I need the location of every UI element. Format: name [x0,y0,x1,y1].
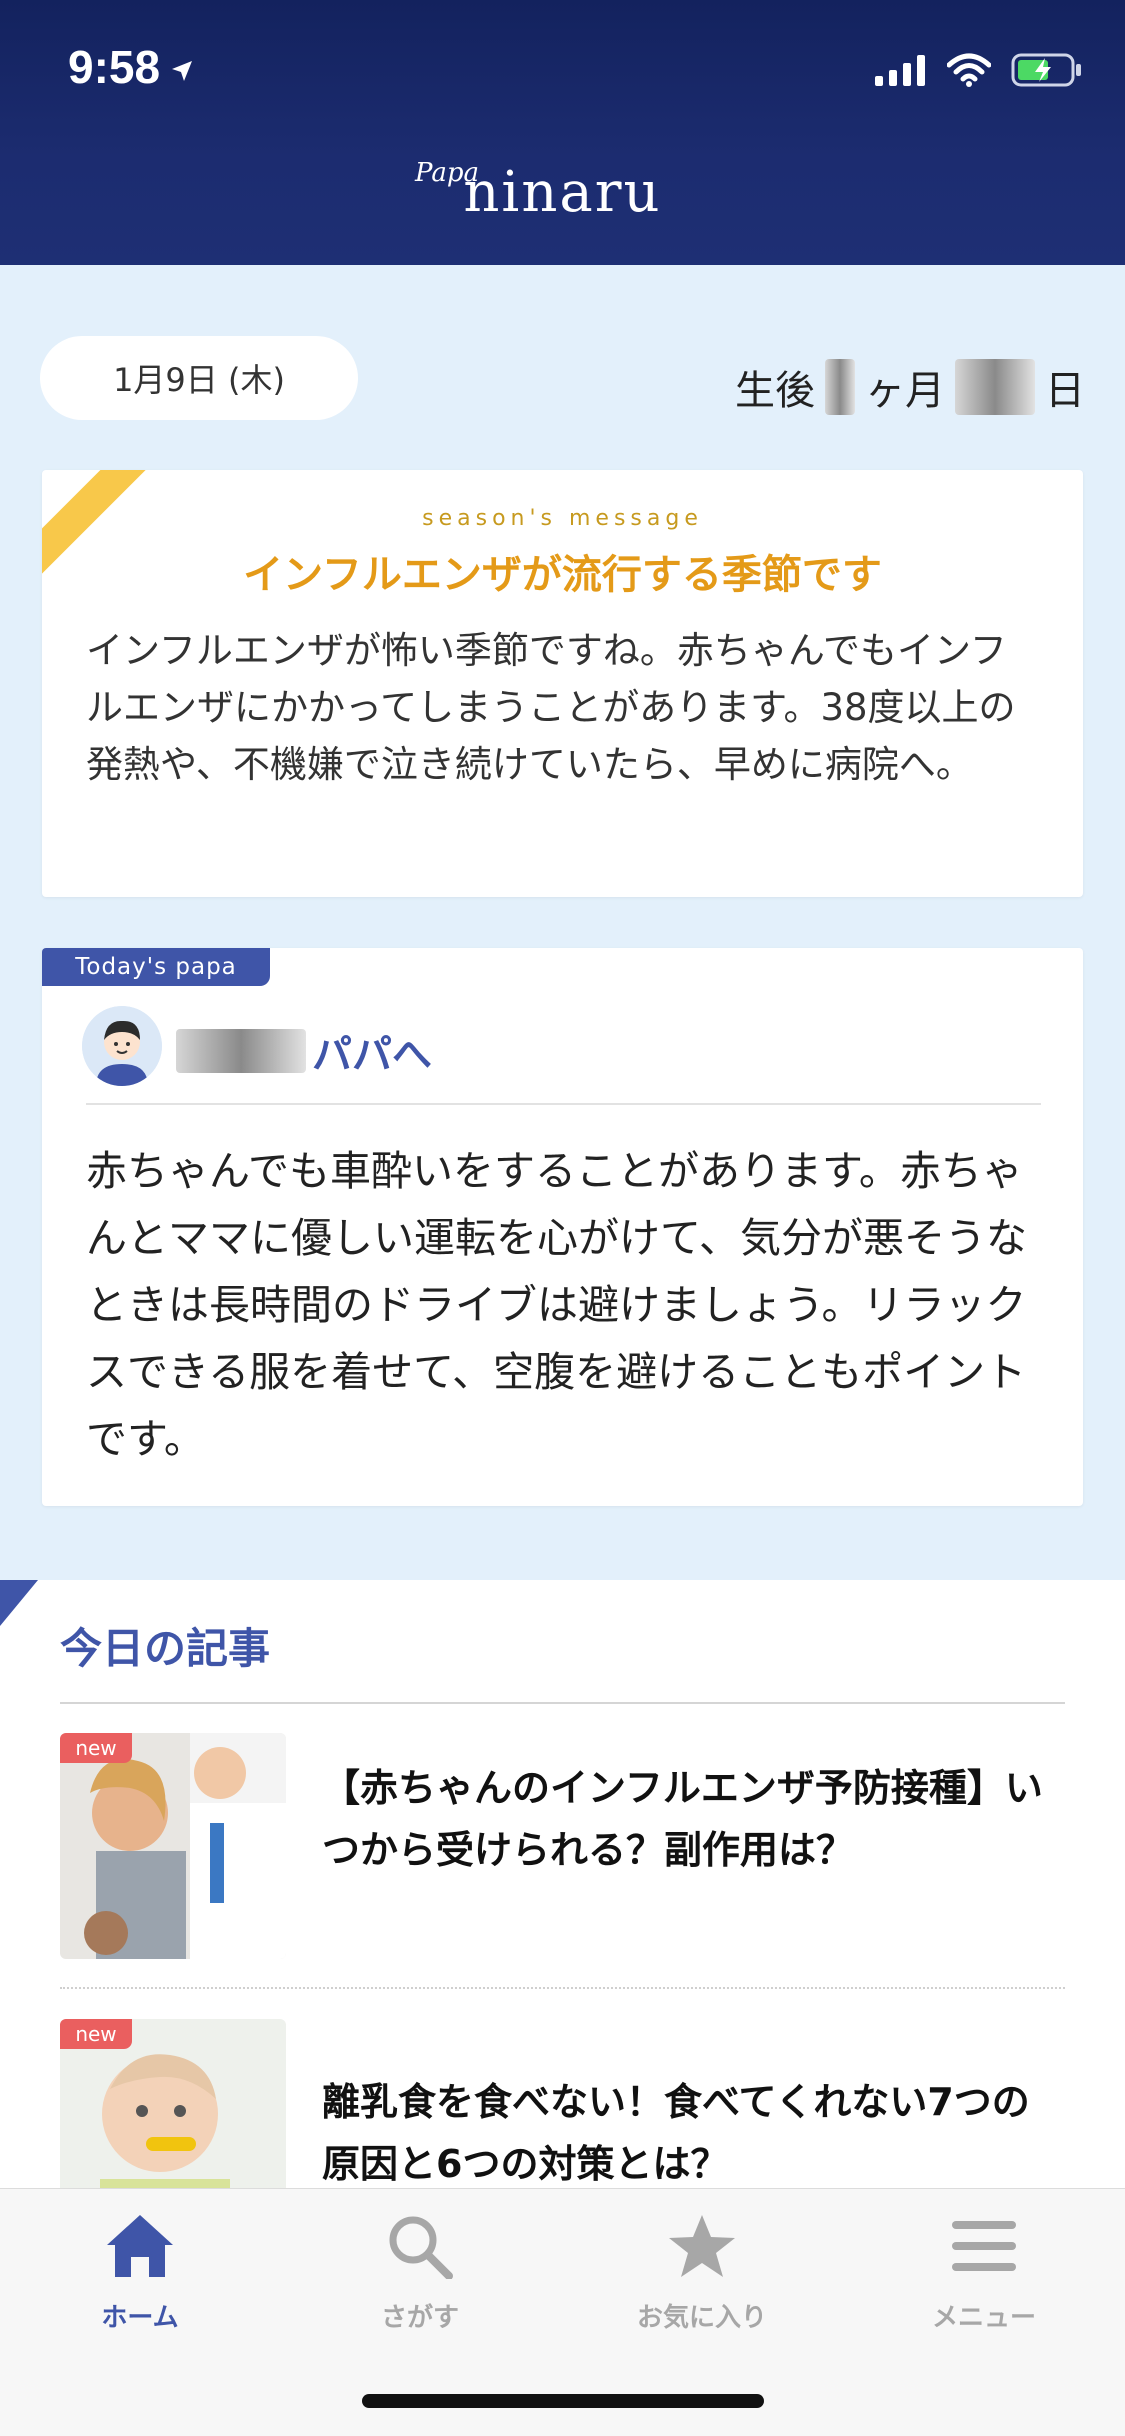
article-title: 離乳食を食べない！食べてくれない7つの原因と6つの対策とは？ [322,2080,1030,2186]
articles-corner-accent [0,1580,38,1626]
home-icon [105,2213,175,2283]
home-indicator[interactable] [362,2394,764,2408]
tab-favorites-label: お気に入り [636,2303,767,2333]
age-month-suffix: ヶ月 [865,368,945,414]
age-day-suffix: 日 [1045,368,1085,414]
app-logo: ninaru [463,160,662,225]
status-icons [875,52,1083,92]
season-title: インフルエンザが流行する季節です [243,552,882,598]
status-time-label: 9:58 [68,41,161,93]
app-header: 9:58 Papa ninaru [0,0,1125,265]
articles-heading: 今日の記事 [60,1624,271,1673]
new-badge: new [60,1733,132,1763]
papa-avatar-icon [82,1006,162,1086]
age-prefix: 生後 [735,368,815,414]
article-item[interactable]: new 【赤ちゃんのインフルエンザ予防接種】いつから受けられる？副作用は？ [60,1733,1065,1959]
date-pill: 1月9日 (木) [40,336,358,420]
todays-papa-tag: Today's papa [42,948,270,986]
location-arrow-icon [170,40,194,94]
search-icon [385,2213,455,2283]
tab-menu-label: メニュー [931,2303,1036,2333]
papa-name: パパへ [176,1022,432,1080]
tab-home-label: ホーム [101,2303,179,2333]
tab-favorites[interactable]: お気に入り [602,2213,802,2333]
article-separator [60,1987,1065,1989]
articles-divider [60,1702,1065,1704]
battery-icon [1011,52,1083,92]
menu-icon [949,2213,1019,2283]
papa-body: 赤ちゃんでも車酔いをすることがあります。赤ちゃんとママに優しい運転を心がけて、気… [86,1147,1027,1463]
age-days-redacted [955,359,1035,415]
season-message-card[interactable]: season's message インフルエンザが流行する季節です インフルエン… [42,470,1083,897]
article-thumbnail: new [60,1733,286,1959]
status-time: 9:58 [68,40,194,94]
age-months-redacted [825,359,855,415]
todays-papa-card[interactable]: Today's papa パパへ 赤ちゃんでも車酔いをすることがあります。赤ちゃ… [42,948,1083,1506]
tab-menu[interactable]: メニュー [884,2213,1084,2333]
papa-name-suffix: パパへ [312,1032,432,1078]
tab-search[interactable]: さがす [320,2213,520,2333]
article-title: 【赤ちゃんのインフルエンザ予防接種】いつから受けられる？副作用は？ [322,1766,1043,1872]
papa-divider [86,1103,1041,1105]
date-label: 1月9日 (木) [113,361,285,399]
baby-age: 生後 ヶ月 日 [735,358,1085,416]
season-subtitle: season's message [422,506,703,531]
tab-home[interactable]: ホーム [40,2213,240,2333]
signal-icon [875,54,927,90]
star-icon [667,2213,737,2283]
tab-search-label: さがす [380,2303,459,2333]
wifi-icon [946,53,992,91]
papa-name-redacted [176,1029,306,1073]
season-body: インフルエンザが怖い季節ですね。赤ちゃんでもインフルエンザにかかってしまうことが… [86,629,1016,786]
new-badge: new [60,2019,132,2049]
